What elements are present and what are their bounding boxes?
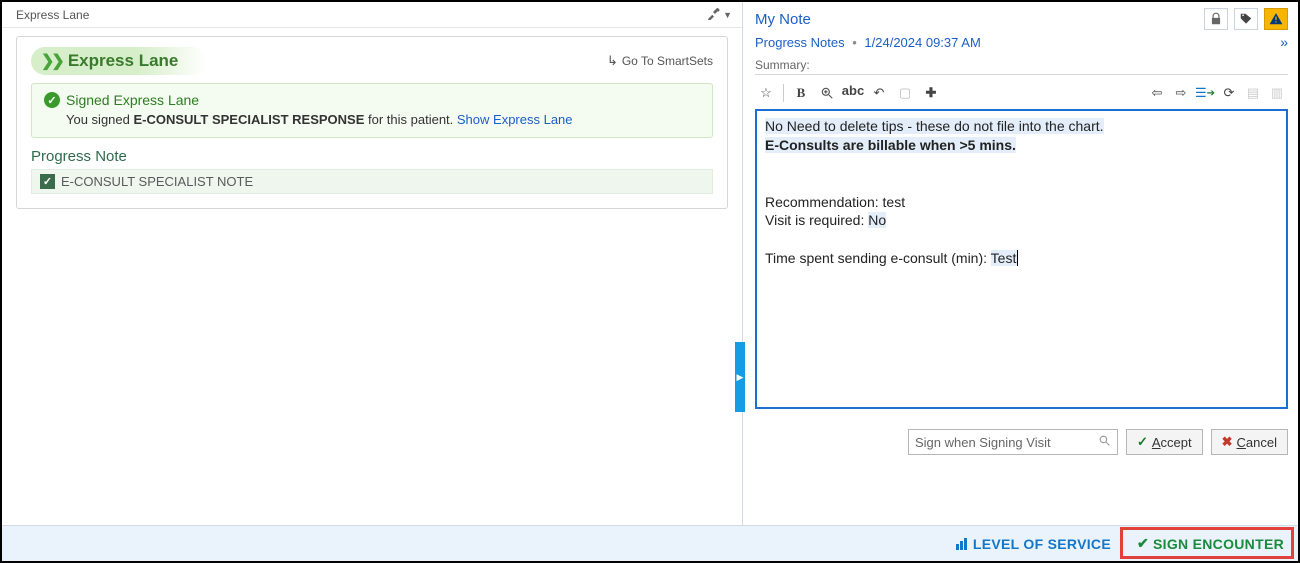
x-icon: ✖: [1222, 434, 1233, 450]
list-arrow-icon[interactable]: ☰➔: [1194, 82, 1216, 104]
add-icon[interactable]: ✚: [920, 82, 942, 104]
note-header: My Note: [755, 8, 1288, 30]
visit-label: Visit is required:: [765, 212, 868, 228]
main-row: Express Lane ▼ ❯❯ Express Lane ↳: [2, 2, 1298, 525]
expand-chevrons-icon[interactable]: »: [1280, 34, 1288, 50]
signed-suffix: for this patient.: [364, 112, 457, 127]
check-icon: ✓: [1137, 434, 1148, 450]
cosign-search-input[interactable]: Sign when Signing Visit: [908, 429, 1118, 455]
accept-rest: ccept: [1161, 435, 1192, 450]
sign-encounter-button[interactable]: ✔ SIGN ENCOUNTER: [1131, 531, 1290, 556]
progress-note-item[interactable]: ✓ E-CONSULT SPECIALIST NOTE: [31, 169, 713, 194]
signed-heading: ✓ Signed Express Lane: [44, 92, 700, 108]
app-frame: Express Lane ▼ ❯❯ Express Lane ↳: [0, 0, 1300, 563]
tag-icon[interactable]: [1234, 8, 1258, 30]
checkbox-checked-icon: ✓: [40, 174, 55, 189]
left-header: Express Lane ▼: [2, 2, 742, 28]
express-lane-pill: ❯❯ Express Lane: [31, 47, 206, 75]
sign-label: SIGN ENCOUNTER: [1153, 536, 1284, 552]
accept-mnemonic: A: [1152, 435, 1161, 450]
progress-note-heading: Progress Note: [31, 148, 713, 165]
refresh-icon[interactable]: ⟳: [1218, 82, 1240, 104]
time-value: Test: [991, 250, 1019, 266]
my-note-title[interactable]: My Note: [755, 11, 1198, 28]
editor-toolbar: ☆ B abc ↶ ▢ ✚ ⇦ ⇨ ☰➔ ⟳ ▤ ▥: [755, 79, 1288, 107]
dot-separator: •: [852, 35, 857, 50]
prev-field-icon[interactable]: ⇦: [1146, 82, 1168, 104]
signed-prefix: You signed: [66, 112, 133, 127]
los-label: LEVEL OF SERVICE: [973, 536, 1111, 552]
check-icon: ✔: [1137, 535, 1149, 552]
pane-resize-handle[interactable]: ▶: [735, 342, 745, 412]
warning-share-icon[interactable]: [1264, 8, 1288, 30]
bars-icon: [956, 538, 967, 550]
go-to-smartsets-link[interactable]: ↳ Go To SmartSets: [607, 53, 713, 69]
note-breadcrumb: Progress Notes • 1/24/2024 09:37 AM: [755, 35, 981, 50]
toolbar-separator: [783, 84, 784, 102]
spellcheck-icon[interactable]: abc: [842, 79, 864, 101]
action-row: Sign when Signing Visit ✓ Accept ✖ Cance…: [755, 429, 1288, 455]
redo-arrow-icon: ↳: [607, 53, 618, 69]
express-lane-card: ❯❯ Express Lane ↳ Go To SmartSets ✓ Sign…: [16, 36, 728, 209]
search-icon: [1098, 434, 1111, 450]
rec-label: Recommendation:: [765, 194, 883, 210]
note-timestamp-link[interactable]: 1/24/2024 09:37 AM: [864, 35, 980, 50]
left-tab-title: Express Lane: [16, 8, 707, 22]
signed-text: You signed E-CONSULT SPECIALIST RESPONSE…: [44, 112, 700, 127]
smartlink-icon[interactable]: ▢: [894, 82, 916, 104]
note-editor[interactable]: No Need to delete tips - these do not fi…: [755, 109, 1288, 409]
signed-express-lane-box: ✓ Signed Express Lane You signed E-CONSU…: [31, 83, 713, 138]
signed-title: Signed Express Lane: [66, 92, 199, 108]
undo-icon[interactable]: ↶: [868, 82, 890, 104]
footer-bar: LEVEL OF SERVICE ✔ SIGN ENCOUNTER: [2, 525, 1298, 561]
next-field-icon[interactable]: ⇨: [1170, 82, 1192, 104]
cancel-mnemonic: C: [1237, 435, 1246, 450]
zoom-icon[interactable]: [816, 82, 838, 104]
toolbar-right-group: ⇦ ⇨ ☰➔ ⟳ ▤ ▥: [1146, 82, 1288, 104]
smartsets-label: Go To SmartSets: [622, 54, 713, 68]
summary-field[interactable]: Summary:: [755, 58, 1288, 75]
editor-tip-line: No Need to delete tips - these do not fi…: [765, 118, 1104, 134]
bold-button[interactable]: B: [790, 82, 812, 104]
visit-value: No: [868, 212, 886, 228]
time-label: Time spent sending e-consult (min):: [765, 250, 991, 266]
wrench-icon[interactable]: [707, 6, 721, 23]
signed-bold: E-CONSULT SPECIALIST RESPONSE: [133, 112, 364, 127]
check-circle-icon: ✓: [44, 92, 60, 108]
left-body: ❯❯ Express Lane ↳ Go To SmartSets ✓ Sign…: [2, 28, 742, 217]
note-sub-header: Progress Notes • 1/24/2024 09:37 AM »: [755, 34, 1288, 50]
favorite-star-icon[interactable]: ☆: [755, 82, 777, 104]
summary-label: Summary:: [755, 58, 810, 72]
note-type-link[interactable]: Progress Notes: [755, 35, 845, 50]
show-express-lane-link[interactable]: Show Express Lane: [457, 112, 573, 127]
progress-item-label: E-CONSULT SPECIALIST NOTE: [61, 174, 253, 189]
editor-billable-line: E-Consults are billable when >5 mins.: [765, 137, 1016, 153]
rec-value: test: [883, 194, 906, 210]
lock-icon[interactable]: [1204, 8, 1228, 30]
express-title-row: ❯❯ Express Lane ↳ Go To SmartSets: [31, 47, 713, 75]
accept-button[interactable]: ✓ Accept: [1126, 429, 1203, 455]
doc-icon-1[interactable]: ▤: [1242, 82, 1264, 104]
doc-icon-2[interactable]: ▥: [1266, 82, 1288, 104]
level-of-service-button[interactable]: LEVEL OF SERVICE: [956, 536, 1111, 552]
cancel-rest: ancel: [1246, 435, 1277, 450]
dropdown-caret-icon[interactable]: ▼: [723, 10, 732, 20]
express-lane-heading: Express Lane: [68, 51, 179, 71]
cancel-button[interactable]: ✖ Cancel: [1211, 429, 1288, 455]
right-pane: ▶ My Note Progress Notes • 1/24/2024 09:…: [743, 2, 1298, 525]
search-placeholder: Sign when Signing Visit: [915, 435, 1051, 450]
left-pane: Express Lane ▼ ❯❯ Express Lane ↳: [2, 2, 743, 525]
chevrons-icon: ❯❯: [41, 51, 62, 71]
